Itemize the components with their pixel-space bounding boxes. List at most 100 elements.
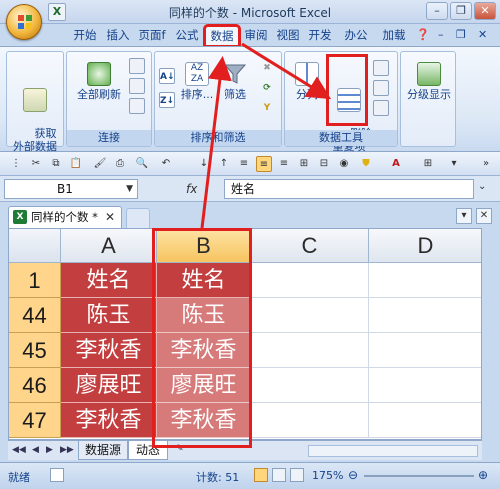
connections-icon[interactable]: [129, 58, 145, 74]
format-painter-icon[interactable]: 🖌: [92, 156, 108, 172]
page-layout-view-icon[interactable]: [272, 468, 286, 482]
chevron-down-icon[interactable]: ▼: [126, 180, 133, 198]
row-header[interactable]: 1: [9, 263, 61, 298]
cell-b44[interactable]: 陈玉: [157, 298, 251, 333]
cell-b1[interactable]: 姓名: [157, 263, 251, 298]
help-icon[interactable]: ❓: [416, 28, 430, 41]
zoom-slider[interactable]: [364, 475, 474, 477]
workbook-tab[interactable]: X 同样的个数 * ✕: [8, 206, 122, 228]
minimize-button[interactable]: –: [426, 2, 448, 20]
column-header-a[interactable]: A: [61, 229, 157, 263]
cell-d47[interactable]: [369, 403, 481, 438]
print-icon[interactable]: ⎙: [112, 156, 128, 172]
refresh-all-button[interactable]: 全部刷新: [71, 62, 127, 101]
fill-color-icon[interactable]: ⛊: [358, 156, 374, 172]
sort-za-icon[interactable]: Z↓: [159, 92, 175, 108]
name-box[interactable]: B1 ▼: [4, 179, 138, 199]
column-header-b[interactable]: B: [157, 229, 251, 263]
what-if-icon[interactable]: [373, 100, 389, 116]
cell-c1[interactable]: [251, 263, 369, 298]
restore-button[interactable]: ❐: [450, 2, 472, 20]
tab-page-layout[interactable]: 页面f: [134, 26, 170, 46]
close-window-icon[interactable]: ✕: [476, 208, 492, 224]
restore-ribbon-icon[interactable]: ❐: [456, 28, 466, 41]
advanced-filter-icon[interactable]: Y: [259, 100, 275, 116]
tab-insert[interactable]: 插入: [104, 26, 132, 46]
column-header-d[interactable]: D: [369, 229, 481, 263]
minimize-ribbon-icon[interactable]: –: [438, 28, 444, 41]
cut-icon[interactable]: ✂: [28, 156, 44, 172]
tab-list-icon[interactable]: ▾: [456, 208, 472, 224]
cell-b46[interactable]: 廖展旺: [157, 368, 251, 403]
macro-record-icon[interactable]: [50, 468, 64, 482]
get-external-data-button[interactable]: 获取 外部数据: [9, 62, 61, 166]
tab-formulas[interactable]: 公式: [172, 26, 202, 46]
new-tab-button[interactable]: [126, 208, 150, 228]
horizontal-scrollbar[interactable]: [308, 445, 478, 457]
select-all-corner[interactable]: [9, 229, 61, 263]
tab-data[interactable]: 数据: [203, 24, 241, 48]
next-sheet-icon[interactable]: ▶: [46, 445, 53, 455]
normal-view-icon[interactable]: [254, 468, 268, 482]
sort-asc-icon[interactable]: ↓: [196, 156, 212, 172]
formula-input[interactable]: 姓名: [224, 179, 474, 199]
fx-icon[interactable]: fx: [186, 182, 197, 196]
paste-icon[interactable]: 📋: [68, 156, 84, 172]
cell-a47[interactable]: 李秋香: [61, 403, 157, 438]
cell-a46[interactable]: 廖展旺: [61, 368, 157, 403]
tab-developer[interactable]: 开发: [305, 26, 335, 46]
column-header-c[interactable]: C: [251, 229, 369, 263]
cell-c47[interactable]: [251, 403, 369, 438]
cell-a44[interactable]: 陈玉: [61, 298, 157, 333]
zoom-level[interactable]: 175%: [312, 469, 343, 482]
more-icon[interactable]: »: [478, 156, 494, 172]
cell-d1[interactable]: [369, 263, 481, 298]
outline-button[interactable]: 分级显示: [403, 62, 455, 101]
tab-view[interactable]: 视图: [273, 26, 303, 46]
borders-icon[interactable]: ⊞: [420, 156, 436, 172]
close-tab-icon[interactable]: ✕: [105, 207, 115, 227]
close-workbook-icon[interactable]: ✕: [478, 28, 487, 41]
office-button[interactable]: [6, 4, 42, 40]
row-header[interactable]: 44: [9, 298, 61, 333]
zoom-in-icon[interactable]: ⊕: [478, 468, 488, 482]
undo-icon[interactable]: ↶: [158, 156, 174, 172]
tab-home[interactable]: 开始: [68, 26, 102, 46]
expand-formula-icon[interactable]: ⌄: [478, 181, 486, 192]
align-center-icon[interactable]: ≡: [256, 156, 272, 172]
filter-button[interactable]: 筛选: [217, 62, 253, 101]
page-break-view-icon[interactable]: [290, 468, 304, 482]
prev-sheet-icon[interactable]: ◀: [32, 445, 39, 455]
dropdown-icon[interactable]: ▾: [446, 156, 462, 172]
merge-icon[interactable]: ⊞: [296, 156, 312, 172]
preview-icon[interactable]: 🔍: [134, 156, 150, 172]
sheet-tab-dynamic[interactable]: 动态: [128, 441, 168, 460]
first-sheet-icon[interactable]: ◀◀: [12, 445, 26, 455]
consolidate-icon[interactable]: [373, 80, 389, 96]
sort-desc-icon[interactable]: ↑: [216, 156, 232, 172]
tab-review[interactable]: 审阅: [241, 26, 271, 46]
cell-d45[interactable]: [369, 333, 481, 368]
insert-sheet-icon[interactable]: ✎: [176, 444, 184, 454]
cell-b45[interactable]: 李秋香: [157, 333, 251, 368]
properties-icon[interactable]: [129, 78, 145, 94]
cell-a45[interactable]: 李秋香: [61, 333, 157, 368]
sheet-tab-data-source[interactable]: 数据源: [78, 441, 128, 460]
font-color-icon[interactable]: A: [388, 156, 404, 172]
last-sheet-icon[interactable]: ▶▶: [60, 445, 74, 455]
close-button[interactable]: ✕: [474, 2, 496, 20]
cell-c46[interactable]: [251, 368, 369, 403]
zoom-out-icon[interactable]: ⊖: [348, 468, 358, 482]
cell-c44[interactable]: [251, 298, 369, 333]
row-header[interactable]: 45: [9, 333, 61, 368]
cell-c45[interactable]: [251, 333, 369, 368]
data-validation-icon[interactable]: [373, 60, 389, 76]
align-left-icon[interactable]: ≡: [236, 156, 252, 172]
sort-button[interactable]: AZ ZA 排序...: [179, 62, 215, 101]
remove-duplicates-button[interactable]: 删除 重复项: [329, 62, 372, 166]
tab-office[interactable]: 办公: [339, 26, 373, 46]
tab-addins[interactable]: 加载: [376, 26, 412, 46]
align-right-icon[interactable]: ≡: [276, 156, 292, 172]
cell-d44[interactable]: [369, 298, 481, 333]
row-header[interactable]: 46: [9, 368, 61, 403]
